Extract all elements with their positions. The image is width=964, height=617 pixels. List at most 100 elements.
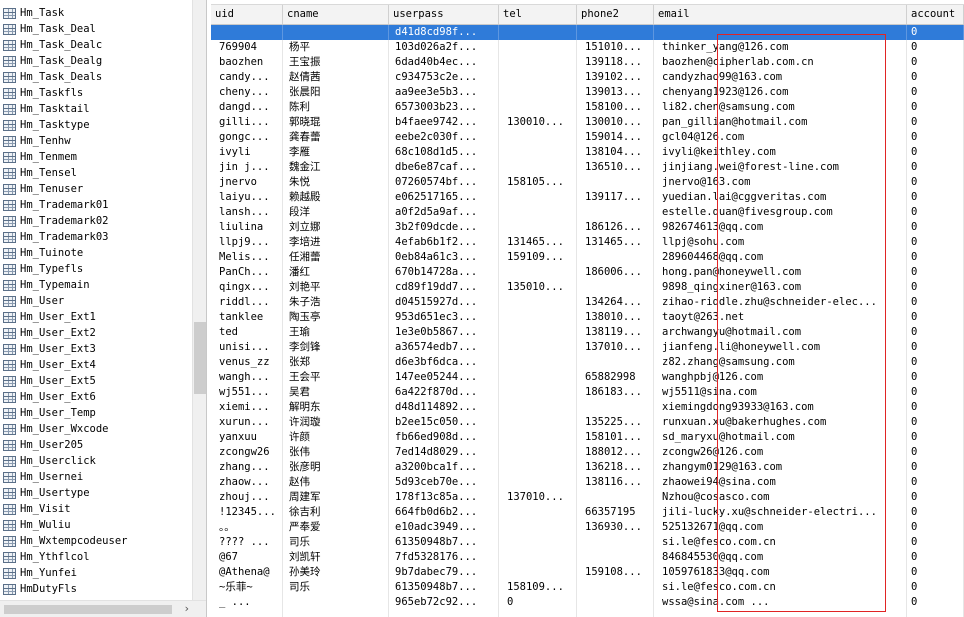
cell-account[interactable]: 0 [907, 520, 964, 535]
cell-tel[interactable]: 158105... [499, 175, 577, 190]
cell-email[interactable]: chenyang1923@126.com [654, 85, 907, 100]
table-row[interactable]: unisi... 李剑锋 a36574edb7... 137010... jianfen… [211, 340, 964, 355]
cell-account[interactable]: 0 [907, 220, 964, 235]
table-row[interactable]: !12345... 徐吉利 664fb0d6b2... 66357195 jili-lu… [211, 505, 964, 520]
cell-phone2[interactable] [577, 250, 654, 265]
cell-tel[interactable] [499, 610, 577, 617]
cell-email[interactable]: Nzhou@cosasco.com [654, 490, 907, 505]
cell-email[interactable]: candyzhao99@163.com [654, 70, 907, 85]
cell-email[interactable]: gcl04@126.com [654, 130, 907, 145]
cell-cname[interactable]: 陈利 [283, 100, 389, 115]
table-row[interactable]: 。。 严奉爱 e10adc3949... 136930... 525132671@qq.… [211, 520, 964, 535]
column-header-cname[interactable]: cname [283, 5, 389, 24]
cell-phone2[interactable] [577, 610, 654, 617]
cell-uid[interactable]: qingx... [211, 280, 283, 295]
cell-cname[interactable]: 赖越殿 [283, 190, 389, 205]
tree-horizontal-scrollbar[interactable]: › [0, 600, 206, 617]
cell-tel[interactable] [499, 355, 577, 370]
cell-userpass[interactable]: 6573003b23... [389, 100, 499, 115]
cell-userpass[interactable]: d6e3bf6dca... [389, 355, 499, 370]
cell-tel[interactable] [499, 130, 577, 145]
cell-uid[interactable]: lansh... [211, 205, 283, 220]
cell-userpass[interactable]: 61350948b7... [389, 535, 499, 550]
cell-uid[interactable] [211, 610, 283, 617]
cell-phone2[interactable] [577, 280, 654, 295]
cell-tel[interactable] [499, 220, 577, 235]
cell-tel[interactable] [499, 370, 577, 385]
tree-item-table[interactable]: Hm_User_Ext3 [0, 341, 192, 357]
tree-vertical-scrollbar[interactable] [192, 0, 206, 600]
cell-cname[interactable]: 杨平 [283, 40, 389, 55]
tree-item-table[interactable]: Hm_User_Ext6 [0, 389, 192, 405]
cell-tel[interactable] [499, 40, 577, 55]
cell-userpass[interactable]: 953d651ec3... [389, 310, 499, 325]
cell-cname[interactable]: 龚春蕾 [283, 130, 389, 145]
cell-userpass[interactable]: 0eb84a61c3... [389, 250, 499, 265]
table-row[interactable]: gongc... 龚春蕾 eebe2c030f... 159014... gcl04@1… [211, 130, 964, 145]
cell-cname[interactable]: 刘凯轩 [283, 550, 389, 565]
cell-userpass[interactable]: d41d8cd98f... [389, 25, 499, 40]
cell-cname[interactable]: 朱子浩 [283, 295, 389, 310]
cell-account[interactable]: 0 [907, 355, 964, 370]
cell-tel[interactable]: 137010... [499, 490, 577, 505]
cell-email[interactable]: 9898_qingxiner@163.com [654, 280, 907, 295]
cell-userpass[interactable] [389, 610, 499, 617]
cell-tel[interactable] [499, 310, 577, 325]
cell-userpass[interactable]: a3200bca1f... [389, 460, 499, 475]
cell-userpass[interactable]: 07260574bf... [389, 175, 499, 190]
cell-account[interactable]: 0 [907, 115, 964, 130]
tree-vertical-scroll-thumb[interactable] [194, 322, 206, 394]
cell-phone2[interactable]: 188012... [577, 445, 654, 460]
cell-email[interactable]: wj5511@sina.com [654, 385, 907, 400]
cell-email[interactable]: taoyt@263.net [654, 310, 907, 325]
table-row[interactable]: PanCh... 潘红 670b14728a... 186006... hong.pan… [211, 265, 964, 280]
cell-phone2[interactable]: 130010... [577, 115, 654, 130]
cell-tel[interactable] [499, 385, 577, 400]
cell-uid[interactable]: wj551... [211, 385, 283, 400]
cell-phone2[interactable]: 186126... [577, 220, 654, 235]
table-row[interactable]: laiyu... 赖越殿 e062517165... 139117... yuedian… [211, 190, 964, 205]
cell-uid[interactable]: cheny... [211, 85, 283, 100]
cell-account[interactable]: 0 [907, 205, 964, 220]
cell-cname[interactable]: 许润璇 [283, 415, 389, 430]
cell-account[interactable]: 0 [907, 340, 964, 355]
cell-uid[interactable]: riddl... [211, 295, 283, 310]
cell-email[interactable]: archwangyu@hotmail.com [654, 325, 907, 340]
cell-cname[interactable]: 张彦明 [283, 460, 389, 475]
table-row[interactable]: tanklee 陶玉亭 953d651ec3... 138010... taoyt@26… [211, 310, 964, 325]
cell-account[interactable]: 0 [907, 475, 964, 490]
cell-cname[interactable]: 王会平 [283, 370, 389, 385]
cell-account[interactable]: 0 [907, 160, 964, 175]
tree-item-table[interactable]: Hm_User [0, 293, 192, 309]
tree-item-table[interactable]: Hm_User_Ext5 [0, 373, 192, 389]
cell-uid[interactable]: PanCh... [211, 265, 283, 280]
table-row[interactable]: @Athena@ 孙美玲 9b7dabec79... 159108... 1059761… [211, 565, 964, 580]
cell-email[interactable]: zcongw26@126.com [654, 445, 907, 460]
cell-uid[interactable]: 769904 [211, 40, 283, 55]
cell-account[interactable]: 0 [907, 580, 964, 595]
cell-userpass[interactable]: 7ed14d8029... [389, 445, 499, 460]
cell-cname[interactable]: 赵倩茜 [283, 70, 389, 85]
cell-tel[interactable] [499, 190, 577, 205]
cell-account[interactable]: 0 [907, 40, 964, 55]
cell-uid[interactable]: zhang... [211, 460, 283, 475]
cell-uid[interactable]: 。。 [211, 520, 283, 535]
table-row[interactable]: 769904 杨平 103d026a2f... 151010... thinker_ya… [211, 40, 964, 55]
cell-email[interactable]: wssa@sina.com ... [654, 595, 907, 610]
cell-tel[interactable] [499, 505, 577, 520]
cell-uid[interactable]: _ ... [211, 595, 283, 610]
cell-userpass[interactable]: 103d026a2f... [389, 40, 499, 55]
tree-item-table[interactable]: Hm_Trademark03 [0, 229, 192, 245]
cell-phone2[interactable] [577, 175, 654, 190]
cell-email[interactable]: wanghpbj@126.com [654, 370, 907, 385]
cell-phone2[interactable] [577, 25, 654, 40]
tree-item-table[interactable]: Hm_User_Temp [0, 405, 192, 421]
cell-uid[interactable]: dangd... [211, 100, 283, 115]
tree-item-table[interactable]: Hm_Tenhw [0, 133, 192, 149]
cell-phone2[interactable]: 131465... [577, 235, 654, 250]
table-row[interactable]: liulina 刘立娜 3b2f09dcde... 186126... 98267461… [211, 220, 964, 235]
cell-userpass[interactable]: 3b2f09dcde... [389, 220, 499, 235]
tree-item-table[interactable]: Hm_User_Ext2 [0, 325, 192, 341]
column-header-phone2[interactable]: phone2 [577, 5, 654, 24]
tree-item-table[interactable]: Hm_Yunfei [0, 565, 192, 581]
